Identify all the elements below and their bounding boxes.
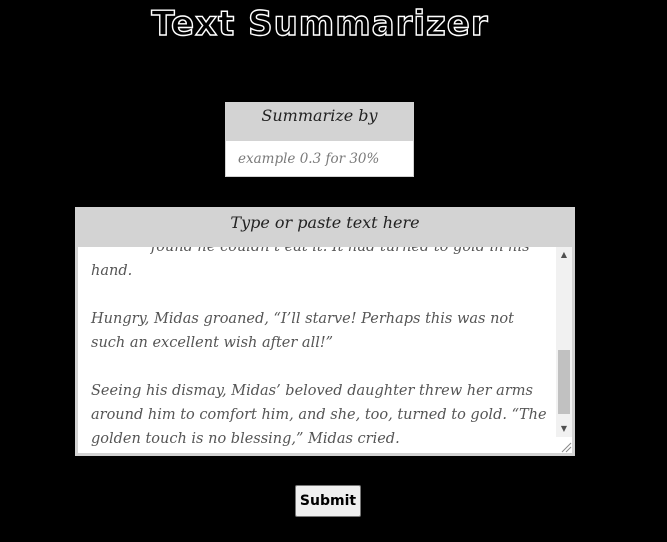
vertical-scrollbar[interactable]: ▲ ▼ — [556, 247, 572, 437]
submit-button[interactable]: Submit — [295, 485, 361, 517]
summarize-ratio-input[interactable] — [226, 141, 413, 176]
text-input-area[interactable]: found he couldn’t eat it. It had turned … — [78, 247, 572, 453]
summarize-ratio-box: Summarize by — [225, 102, 414, 177]
scroll-up-icon[interactable]: ▲ — [556, 247, 572, 263]
scrollbar-thumb[interactable] — [558, 350, 570, 414]
scroll-down-icon[interactable]: ▼ — [556, 421, 572, 437]
text-input-label: Type or paste text here — [230, 213, 420, 232]
page-title: Text Summarizer — [151, 3, 489, 44]
summarize-ratio-label: Summarize by — [261, 106, 378, 125]
text-input-panel: Type or paste text here found he couldn’… — [75, 207, 575, 456]
resize-handle-icon[interactable] — [558, 439, 572, 453]
text-input-content[interactable]: found he couldn’t eat it. It had turned … — [91, 247, 551, 451]
